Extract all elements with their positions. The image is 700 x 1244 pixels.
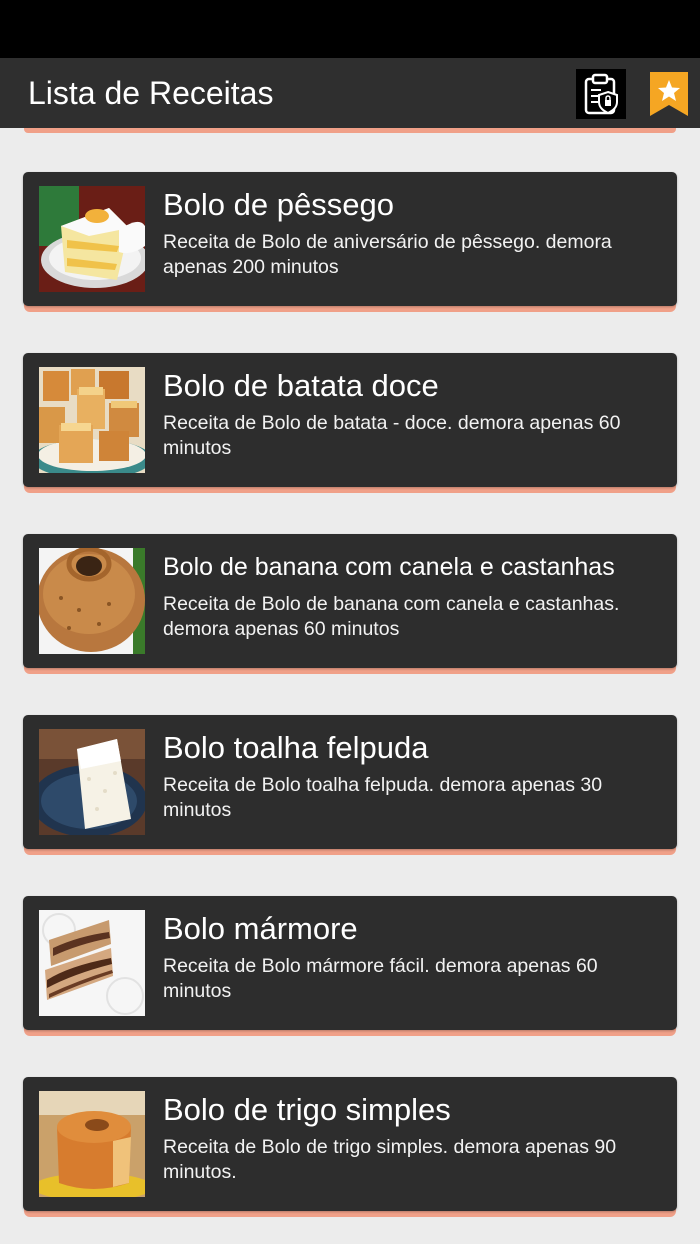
bookmark-star-icon — [650, 72, 688, 116]
recipe-title: Bolo de banana com canela e castanhas — [163, 553, 615, 581]
sweet-potato-cake-photo — [39, 367, 145, 473]
app-bar: Lista de Receitas — [0, 58, 700, 128]
recipe-description: Receita de Bolo de banana com canela e c… — [163, 593, 620, 640]
marble-cake-photo — [39, 910, 145, 1016]
recipe-description: Receita de Bolo toalha felpuda. demora a… — [163, 774, 603, 821]
recipe-card[interactable]: Bolo de pêssego Receita de Bolo de anive… — [23, 172, 677, 314]
peach-cake-photo — [39, 186, 145, 292]
card-body: Bolo mármore Receita de Bolo mármore fác… — [23, 896, 677, 1030]
clipboard-lock-icon — [584, 73, 618, 115]
privacy-policy-button[interactable] — [576, 69, 626, 119]
recipe-description: Receita de Bolo de batata - doce. demora… — [163, 412, 621, 459]
coconut-cake-photo — [39, 729, 145, 835]
recipe-title: Bolo de batata doce — [163, 368, 439, 403]
recipe-title: Bolo de pêssego — [163, 187, 394, 222]
recipe-card[interactable]: Bolo de trigo simples Receita de Bolo de… — [23, 1077, 677, 1219]
recipe-card[interactable]: Bolo de banana com canela e castanhas Re… — [23, 534, 677, 676]
card-body: Bolo de banana com canela e castanhas Re… — [23, 534, 677, 668]
page-title: Lista de Receitas — [28, 75, 274, 111]
recipe-description: Receita de Bolo de aniversário de pêsseg… — [163, 231, 612, 278]
card-body: Bolo de trigo simples Receita de Bolo de… — [23, 1077, 677, 1211]
recipe-description: Receita de Bolo mármore fácil. demora ap… — [163, 955, 598, 1002]
recipe-title: Bolo mármore — [163, 911, 358, 946]
card-body: Bolo toalha felpuda Receita de Bolo toal… — [23, 715, 677, 849]
wheat-cake-photo — [39, 1091, 145, 1197]
card-body: Bolo de pêssego Receita de Bolo de anive… — [23, 172, 677, 306]
recipe-description: Receita de Bolo de trigo simples. demora… — [163, 1136, 617, 1183]
status-bar — [0, 0, 700, 58]
recipe-card[interactable]: Bolo toalha felpuda Receita de Bolo toal… — [23, 715, 677, 857]
banana-cake-photo — [39, 548, 145, 654]
recipe-card[interactable]: Bolo de batata doce Receita de Bolo de b… — [23, 353, 677, 495]
card-body: Bolo de batata doce Receita de Bolo de b… — [23, 353, 677, 487]
favorites-button[interactable] — [650, 72, 688, 116]
recipe-card[interactable]: Bolo mármore Receita de Bolo mármore fác… — [23, 896, 677, 1038]
recipe-title: Bolo toalha felpuda — [163, 730, 429, 765]
recipe-title: Bolo de trigo simples — [163, 1092, 451, 1127]
app-bar-accent — [24, 128, 676, 133]
